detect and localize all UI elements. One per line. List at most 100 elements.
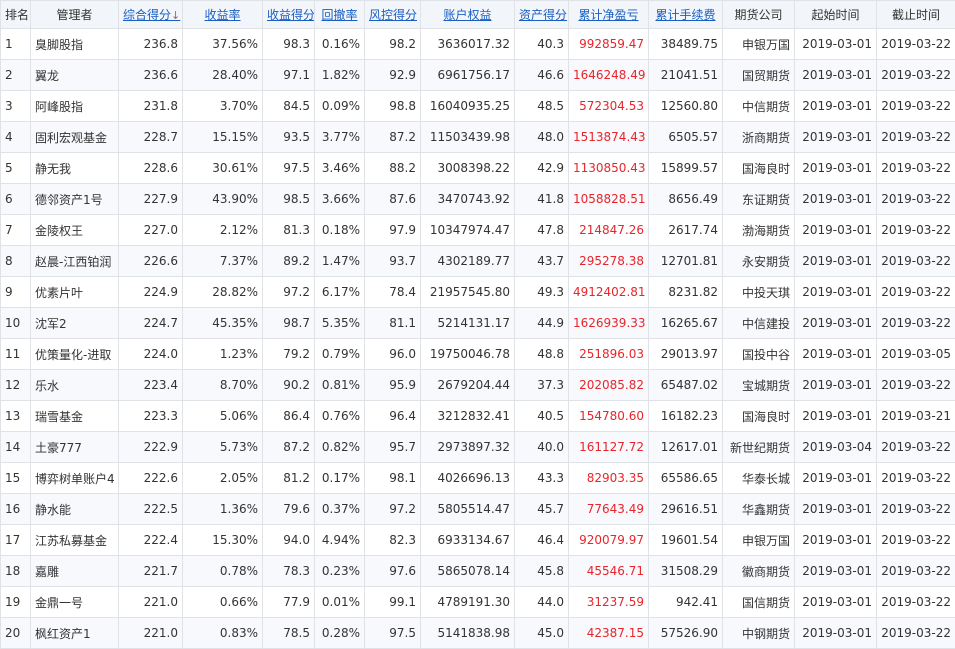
- header-manager: 管理者: [31, 1, 119, 29]
- header-net-pnl[interactable]: 累计净盈亏: [569, 1, 649, 29]
- cell-return-score: 98.7: [263, 308, 315, 339]
- cell-end-date: 2019-03-22: [877, 618, 955, 649]
- cell-return-rate: 1.23%: [183, 339, 263, 370]
- table-row[interactable]: 12乐水223.48.70%90.20.81%95.92679204.4437.…: [1, 370, 955, 401]
- cell-composite-score: 223.4: [119, 370, 183, 401]
- table-row[interactable]: 15博弈树单账户4222.62.05%81.20.17%98.14026696.…: [1, 463, 955, 494]
- cell-drawdown: 0.82%: [315, 432, 365, 463]
- cell-rank: 2: [1, 60, 31, 91]
- cell-return-rate: 5.06%: [183, 401, 263, 432]
- table-row[interactable]: 8赵晨-江西铂润226.67.37%89.21.47%93.74302189.7…: [1, 246, 955, 277]
- cell-account-equity: 3470743.92: [421, 184, 515, 215]
- cell-start-date: 2019-03-04: [795, 432, 877, 463]
- cell-account-equity: 21957545.80: [421, 277, 515, 308]
- cell-rank: 20: [1, 618, 31, 649]
- sort-desc-icon[interactable]: ↓: [171, 9, 180, 22]
- cell-net-pnl: 154780.60: [569, 401, 649, 432]
- table-row[interactable]: 13瑞雪基金223.35.06%86.40.76%96.43212832.414…: [1, 401, 955, 432]
- table-row[interactable]: 6德邻资产1号227.943.90%98.53.66%87.63470743.9…: [1, 184, 955, 215]
- table-row[interactable]: 16静水能222.51.36%79.60.37%97.25805514.4745…: [1, 494, 955, 525]
- cell-end-date: 2019-03-22: [877, 91, 955, 122]
- cell-manager: 土豪777: [31, 432, 119, 463]
- cell-fees: 29013.97: [649, 339, 723, 370]
- table-row[interactable]: 9优素片叶224.928.82%97.26.17%78.421957545.80…: [1, 277, 955, 308]
- table-row[interactable]: 19金鼎一号221.00.66%77.90.01%99.14789191.304…: [1, 587, 955, 618]
- cell-start-date: 2019-03-01: [795, 339, 877, 370]
- cell-start-date: 2019-03-01: [795, 370, 877, 401]
- header-drawdown[interactable]: 回撤率: [315, 1, 365, 29]
- table-row[interactable]: 14土豪777222.95.73%87.20.82%95.72973897.32…: [1, 432, 955, 463]
- cell-risk-score: 96.4: [365, 401, 421, 432]
- table-row[interactable]: 11优策量化-进取224.01.23%79.20.79%96.019750046…: [1, 339, 955, 370]
- cell-fees: 16265.67: [649, 308, 723, 339]
- cell-manager: 沈军2: [31, 308, 119, 339]
- cell-end-date: 2019-03-22: [877, 463, 955, 494]
- cell-risk-score: 81.1: [365, 308, 421, 339]
- cell-rank: 16: [1, 494, 31, 525]
- header-rank: 排名: [1, 1, 31, 29]
- cell-manager: 嘉雕: [31, 556, 119, 587]
- cell-composite-score: 226.6: [119, 246, 183, 277]
- table-row[interactable]: 3阿峰股指231.83.70%84.50.09%98.816040935.254…: [1, 91, 955, 122]
- cell-start-date: 2019-03-01: [795, 494, 877, 525]
- header-fees[interactable]: 累计手续费: [649, 1, 723, 29]
- cell-fees: 942.41: [649, 587, 723, 618]
- cell-start-date: 2019-03-01: [795, 215, 877, 246]
- cell-return-rate: 15.15%: [183, 122, 263, 153]
- cell-composite-score: 224.7: [119, 308, 183, 339]
- table-row[interactable]: 20枫红资产1221.00.83%78.50.28%97.55141838.98…: [1, 618, 955, 649]
- cell-drawdown: 0.28%: [315, 618, 365, 649]
- table-row[interactable]: 2翼龙236.628.40%97.11.82%92.96961756.1746.…: [1, 60, 955, 91]
- header-asset-score[interactable]: 资产得分: [515, 1, 569, 29]
- cell-account-equity: 5865078.14: [421, 556, 515, 587]
- header-row: 排名管理者综合得分↓收益率收益得分回撤率风控得分账户权益资产得分累计净盈亏累计手…: [1, 1, 955, 29]
- cell-net-pnl: 251896.03: [569, 339, 649, 370]
- cell-return-rate: 0.66%: [183, 587, 263, 618]
- table-row[interactable]: 5静无我228.630.61%97.53.46%88.23008398.2242…: [1, 153, 955, 184]
- cell-start-date: 2019-03-01: [795, 556, 877, 587]
- header-return-rate[interactable]: 收益率: [183, 1, 263, 29]
- cell-net-pnl: 920079.97: [569, 525, 649, 556]
- table-row[interactable]: 17江苏私募基金222.415.30%94.04.94%82.36933134.…: [1, 525, 955, 556]
- header-account-equity[interactable]: 账户权益: [421, 1, 515, 29]
- table-row[interactable]: 4固利宏观基金228.715.15%93.53.77%87.211503439.…: [1, 122, 955, 153]
- cell-futures-company: 新世纪期货: [723, 432, 795, 463]
- cell-drawdown: 4.94%: [315, 525, 365, 556]
- cell-drawdown: 0.76%: [315, 401, 365, 432]
- cell-risk-score: 99.1: [365, 587, 421, 618]
- cell-net-pnl: 77643.49: [569, 494, 649, 525]
- table-row[interactable]: 18嘉雕221.70.78%78.30.23%97.65865078.1445.…: [1, 556, 955, 587]
- cell-end-date: 2019-03-22: [877, 370, 955, 401]
- cell-start-date: 2019-03-01: [795, 91, 877, 122]
- cell-futures-company: 华泰长城: [723, 463, 795, 494]
- cell-account-equity: 3636017.32: [421, 29, 515, 60]
- table-row[interactable]: 1臭脚股指236.837.56%98.30.16%98.23636017.324…: [1, 29, 955, 60]
- cell-asset-score: 41.8: [515, 184, 569, 215]
- cell-manager: 博弈树单账户4: [31, 463, 119, 494]
- cell-rank: 11: [1, 339, 31, 370]
- cell-fees: 31508.29: [649, 556, 723, 587]
- header-composite-score[interactable]: 综合得分↓: [119, 1, 183, 29]
- header-return-score[interactable]: 收益得分: [263, 1, 315, 29]
- cell-return-score: 98.3: [263, 29, 315, 60]
- cell-net-pnl: 992859.47: [569, 29, 649, 60]
- header-risk-score[interactable]: 风控得分: [365, 1, 421, 29]
- cell-account-equity: 4302189.77: [421, 246, 515, 277]
- cell-end-date: 2019-03-21: [877, 401, 955, 432]
- cell-account-equity: 3008398.22: [421, 153, 515, 184]
- cell-return-score: 98.5: [263, 184, 315, 215]
- cell-asset-score: 49.3: [515, 277, 569, 308]
- cell-net-pnl: 1646248.49: [569, 60, 649, 91]
- cell-end-date: 2019-03-22: [877, 60, 955, 91]
- cell-composite-score: 222.4: [119, 525, 183, 556]
- cell-rank: 14: [1, 432, 31, 463]
- table-row[interactable]: 10沈军2224.745.35%98.75.35%81.15214131.174…: [1, 308, 955, 339]
- cell-net-pnl: 295278.38: [569, 246, 649, 277]
- table-row[interactable]: 7金陵权王227.02.12%81.30.18%97.910347974.474…: [1, 215, 955, 246]
- cell-account-equity: 2679204.44: [421, 370, 515, 401]
- cell-net-pnl: 4912402.81: [569, 277, 649, 308]
- cell-net-pnl: 1513874.43: [569, 122, 649, 153]
- cell-end-date: 2019-03-22: [877, 184, 955, 215]
- cell-manager: 阿峰股指: [31, 91, 119, 122]
- cell-fees: 65586.65: [649, 463, 723, 494]
